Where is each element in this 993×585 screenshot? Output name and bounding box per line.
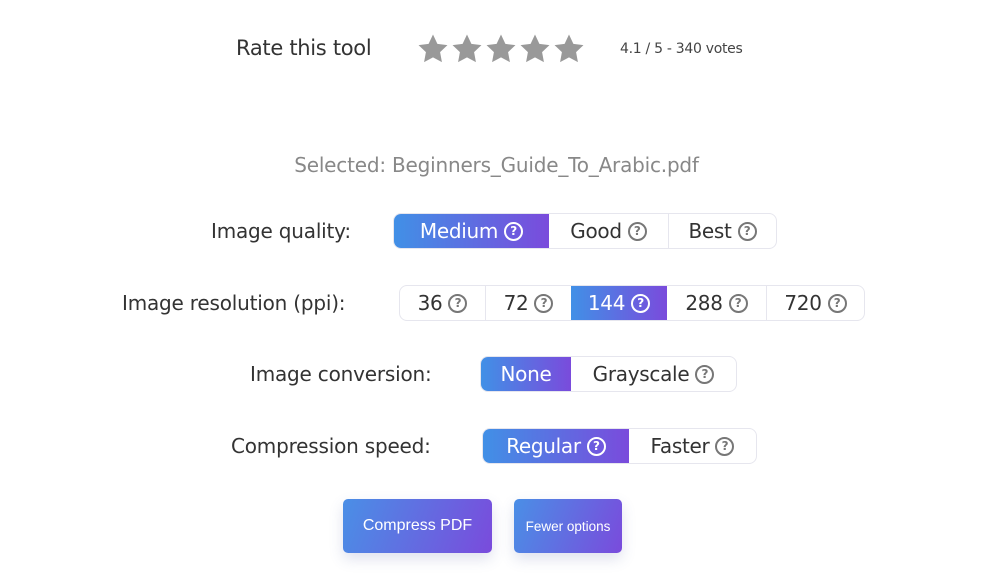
- option-label: 720: [784, 291, 822, 315]
- question-circle-icon[interactable]: ?: [448, 293, 468, 313]
- star-icon[interactable]: [552, 32, 586, 66]
- image-resolution-label: Image resolution (ppi):: [122, 291, 346, 315]
- image-resolution-row: Image resolution (ppi): 36 ? 72 ? 144 ? …: [0, 285, 993, 321]
- conversion-option-none[interactable]: None: [481, 357, 571, 391]
- compression-speed-label: Compression speed:: [231, 434, 431, 458]
- question-circle-icon[interactable]: ?: [534, 293, 554, 313]
- option-label: Best: [688, 219, 732, 243]
- rate-label: Rate this tool: [236, 36, 372, 60]
- question-circle-icon[interactable]: ?: [695, 364, 715, 384]
- question-circle-icon[interactable]: ?: [586, 436, 606, 456]
- compress-pdf-button[interactable]: Compress PDF: [343, 499, 492, 553]
- selected-file-text: Selected: Beginners_Guide_To_Arabic.pdf: [294, 153, 699, 177]
- image-conversion-row: Image conversion: None Grayscale ?: [0, 356, 993, 392]
- quality-option-good[interactable]: Good ?: [549, 214, 668, 248]
- image-quality-label: Image quality:: [211, 219, 351, 243]
- option-label: Faster: [650, 434, 710, 458]
- rating-summary: 4.1 / 5 - 340 votes: [620, 41, 743, 57]
- image-quality-selector: Medium ? Good ? Best ?: [393, 213, 777, 249]
- image-conversion-selector: None Grayscale ?: [480, 356, 737, 392]
- resolution-option-144[interactable]: 144 ?: [571, 286, 667, 320]
- conversion-option-grayscale[interactable]: Grayscale ?: [571, 357, 736, 391]
- star-icon[interactable]: [416, 32, 450, 66]
- option-label: 288: [685, 291, 723, 315]
- option-label: Good: [570, 219, 622, 243]
- question-circle-icon[interactable]: ?: [627, 221, 647, 241]
- question-circle-icon[interactable]: ?: [504, 221, 524, 241]
- resolution-option-72[interactable]: 72 ?: [485, 286, 571, 320]
- question-circle-icon[interactable]: ?: [631, 293, 651, 313]
- compression-speed-selector: Regular ? Faster ?: [482, 428, 757, 464]
- speed-option-faster[interactable]: Faster ?: [629, 429, 756, 463]
- resolution-option-288[interactable]: 288 ?: [667, 286, 766, 320]
- question-circle-icon[interactable]: ?: [715, 436, 735, 456]
- option-label: Medium: [419, 219, 499, 243]
- quality-option-medium[interactable]: Medium ?: [394, 214, 549, 248]
- image-resolution-selector: 36 ? 72 ? 144 ? 288 ? 720 ?: [399, 285, 865, 321]
- option-label: None: [500, 362, 552, 386]
- star-icon[interactable]: [484, 32, 518, 66]
- image-quality-row: Image quality: Medium ? Good ? Best ?: [0, 213, 993, 249]
- option-label: Grayscale: [592, 362, 690, 386]
- compression-speed-row: Compression speed: Regular ? Faster ?: [0, 428, 993, 464]
- resolution-option-720[interactable]: 720 ?: [766, 286, 864, 320]
- question-circle-icon[interactable]: ?: [827, 293, 847, 313]
- option-label: 144: [587, 291, 626, 315]
- speed-option-regular[interactable]: Regular ?: [483, 429, 629, 463]
- rating-widget: Rate this tool 4.1 / 5 - 340 votes: [0, 32, 993, 68]
- star-rating[interactable]: [416, 32, 586, 66]
- option-label: 72: [503, 291, 529, 315]
- star-icon[interactable]: [450, 32, 484, 66]
- option-label: 36: [417, 291, 443, 315]
- image-conversion-label: Image conversion:: [250, 362, 432, 386]
- question-circle-icon[interactable]: ?: [737, 221, 757, 241]
- resolution-option-36[interactable]: 36 ?: [400, 286, 485, 320]
- question-circle-icon[interactable]: ?: [728, 293, 748, 313]
- star-icon[interactable]: [518, 32, 552, 66]
- option-label: Regular: [506, 434, 581, 458]
- fewer-options-button[interactable]: Fewer options: [514, 499, 622, 553]
- quality-option-best[interactable]: Best ?: [668, 214, 776, 248]
